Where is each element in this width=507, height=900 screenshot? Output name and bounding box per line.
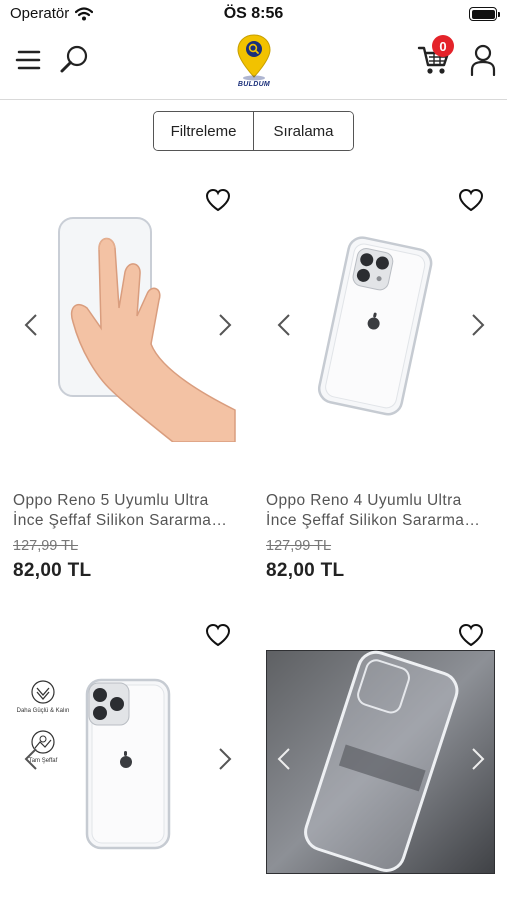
filter-sort-control: Filtreleme Sıralama <box>153 111 354 151</box>
image-prev-button[interactable] <box>19 742 43 776</box>
chevron-left-icon <box>277 748 290 770</box>
logo-text: BULDUM <box>237 81 271 88</box>
image-next-button[interactable] <box>466 308 490 342</box>
menu-icon <box>15 50 41 70</box>
logo[interactable]: BULDUM <box>229 33 279 91</box>
badge-label-stronger: Daha Güçlü & Kalın <box>17 708 70 714</box>
favorite-button[interactable] <box>457 187 485 213</box>
clear-case-photo-image <box>265 649 496 875</box>
filter-button[interactable]: Filtreleme <box>154 112 253 150</box>
favorite-button[interactable] <box>457 622 485 648</box>
search-icon <box>60 45 88 73</box>
heart-icon <box>205 188 231 212</box>
image-next-button[interactable] <box>213 742 237 776</box>
chevron-left-icon <box>24 748 37 770</box>
image-prev-button[interactable] <box>272 308 296 342</box>
old-price: 127,99 TL <box>13 538 79 554</box>
product-title[interactable]: Oppo Reno 5 Uyumlu Ultra İnce Şeffaf Sil… <box>13 491 249 531</box>
favorite-button[interactable] <box>204 187 232 213</box>
location-pin-logo-icon <box>237 34 271 81</box>
price: 82,00 TL <box>13 560 92 581</box>
favorite-button[interactable] <box>204 622 232 648</box>
search-button[interactable] <box>56 42 92 78</box>
price: 82,00 TL <box>266 560 345 581</box>
chevron-left-icon <box>24 314 37 336</box>
old-price: 127,99 TL <box>266 538 332 554</box>
sort-button[interactable]: Sıralama <box>253 112 353 150</box>
clock: ÖS 8:56 <box>223 5 284 22</box>
heart-icon <box>458 188 484 212</box>
chevron-right-icon <box>472 748 485 770</box>
menu-button[interactable] <box>12 44 44 76</box>
product-card[interactable]: Daha Güçlü & Kalın Tam Şeffaf <box>13 620 253 900</box>
image-prev-button[interactable] <box>19 308 43 342</box>
heart-icon <box>205 623 231 647</box>
chevron-left-icon <box>277 314 290 336</box>
product-title-line-1: Oppo Reno 5 Uyumlu Ultra <box>13 492 209 509</box>
cart-count-badge: 0 <box>432 35 454 57</box>
image-prev-button[interactable] <box>272 742 296 776</box>
user-icon <box>470 44 496 76</box>
chevron-right-icon <box>219 748 232 770</box>
product-title-line-1: Oppo Reno 4 Uyumlu Ultra <box>266 492 462 509</box>
product-card[interactable]: Oppo Reno 5 Uyumlu Ultra İnce Şeffaf Sil… <box>13 185 253 585</box>
battery-icon <box>469 7 500 21</box>
account-button[interactable] <box>466 42 500 78</box>
product-title-line-2: İnce Şeffaf Silikon Sararma… <box>266 512 481 529</box>
chevron-right-icon <box>472 314 485 336</box>
image-next-button[interactable] <box>213 308 237 342</box>
product-title[interactable]: Oppo Reno 4 Uyumlu Ultra İnce Şeffaf Sil… <box>266 491 502 531</box>
product-card[interactable] <box>265 620 506 900</box>
product-card[interactable]: Oppo Reno 4 Uyumlu Ultra İnce Şeffaf Sil… <box>266 185 506 585</box>
status-bar: Operatör ÖS 8:56 <box>0 0 507 30</box>
product-title-line-2: İnce Şeffaf Silikon Sararma… <box>13 512 228 529</box>
nav-bar: BULDUM 0 <box>0 30 507 100</box>
chevron-right-icon <box>219 314 232 336</box>
heart-icon <box>458 623 484 647</box>
image-next-button[interactable] <box>466 742 490 776</box>
